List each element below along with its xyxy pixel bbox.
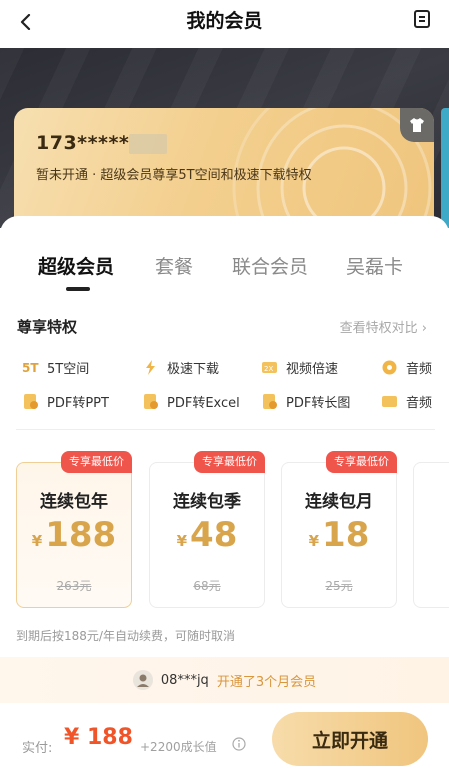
plan-price: ¥48 (176, 515, 238, 555)
plan-quarterly[interactable]: 专享最低价 连续包季 ¥48 68元 (149, 451, 265, 608)
ticker-action: 开通了3个月会员 (216, 674, 317, 690)
section-divider (16, 429, 435, 430)
plan-more-partial[interactable] (413, 462, 449, 608)
plan-yearly[interactable]: 专享最低价 连续包年 ¥188 263元 (16, 451, 132, 608)
feature-fast-download[interactable]: 极速下载 (142, 358, 219, 377)
plan-original-price: 263元 (56, 579, 92, 593)
pdf-excel-icon (142, 393, 159, 410)
plan-monthly[interactable]: 专享最低价 连续包月 ¥18 25元 (281, 451, 397, 608)
document-icon (414, 10, 430, 28)
pdf-image-icon (261, 393, 278, 410)
feature-audio[interactable]: 音频 (381, 358, 432, 377)
page-title: 我的会员 (186, 10, 263, 32)
hero-edge-decoration (441, 108, 449, 228)
info-icon[interactable] (232, 737, 246, 751)
feature-audio-text[interactable]: 音频 (381, 392, 432, 411)
feature-pdf-long-image[interactable]: PDF转长图 (261, 392, 350, 411)
tab-indicator (66, 287, 90, 291)
plan-price: ¥188 (31, 515, 117, 555)
plan-tag: 专享最低价 (326, 451, 397, 473)
skin-button[interactable] (400, 108, 434, 142)
tab-joint-member[interactable]: 联合会员 (232, 252, 308, 279)
header-bar: 我的会员 (0, 0, 449, 48)
feature-video-speed[interactable]: 2X 视频倍速 (261, 358, 338, 377)
pdf-ppt-icon (22, 393, 39, 410)
auto-renew-note: 到期后按188元/年自动续费，可随时取消 (16, 629, 235, 643)
pay-label: 实付: (22, 741, 53, 756)
feature-pdf-excel[interactable]: PDF转Excel (142, 392, 240, 411)
plan-name: 连续包季 (173, 492, 241, 512)
avatar (132, 670, 153, 690)
plan-tag: 专享最低价 (194, 451, 265, 473)
user-phone: 173***** (36, 132, 130, 154)
pay-amount: ¥ 188 (64, 725, 133, 750)
5t-icon: 5T (22, 359, 39, 376)
audio-text-icon (381, 393, 398, 410)
svg-text:5T: 5T (22, 361, 39, 375)
plan-name: 连续包月 (305, 492, 373, 512)
video-speed-icon: 2X (261, 359, 278, 376)
phone-mask (129, 134, 167, 154)
tab-package[interactable]: 套餐 (155, 252, 193, 279)
plan-price: ¥18 (308, 515, 370, 555)
document-button[interactable] (411, 8, 433, 30)
membership-status: 暂未开通 · 超级会员尊享5T空间和极速下载特权 (36, 168, 312, 183)
privileges-compare-link[interactable]: 查看特权对比 › (340, 317, 427, 336)
tab-bar: 超级会员 套餐 联合会员 吴磊卡 (0, 252, 449, 282)
feature-5t-space[interactable]: 5T 5T空间 (22, 358, 89, 377)
privileges-title: 尊享特权 (17, 318, 78, 336)
ticker-user: 08***jq (160, 672, 209, 688)
tab-super-member[interactable]: 超级会员 (38, 252, 114, 279)
plan-original-price: 25元 (325, 579, 353, 593)
plan-tag: 专享最低价 (61, 451, 132, 473)
bottom-bar: 实付: ¥ 188 +2200成长值 立即开通 (0, 709, 449, 779)
membership-panel: 超级会员 套餐 联合会员 吴磊卡 尊享特权 查看特权对比 › 5T 5T空间 极… (0, 216, 449, 779)
purchase-ticker: 08***jq 开通了3个月会员 (0, 657, 449, 703)
open-membership-button[interactable]: 立即开通 (272, 712, 428, 766)
lightning-icon (142, 359, 159, 376)
feature-pdf-ppt[interactable]: PDF转PPT (22, 392, 109, 411)
audio-icon (381, 359, 398, 376)
plan-name: 连续包年 (40, 492, 108, 512)
tab-card[interactable]: 吴磊卡 (346, 252, 403, 279)
svg-text:2X: 2X (264, 365, 273, 373)
growth-value: +2200成长值 (140, 740, 217, 754)
tshirt-icon (410, 118, 424, 132)
plan-original-price: 68元 (193, 579, 221, 593)
